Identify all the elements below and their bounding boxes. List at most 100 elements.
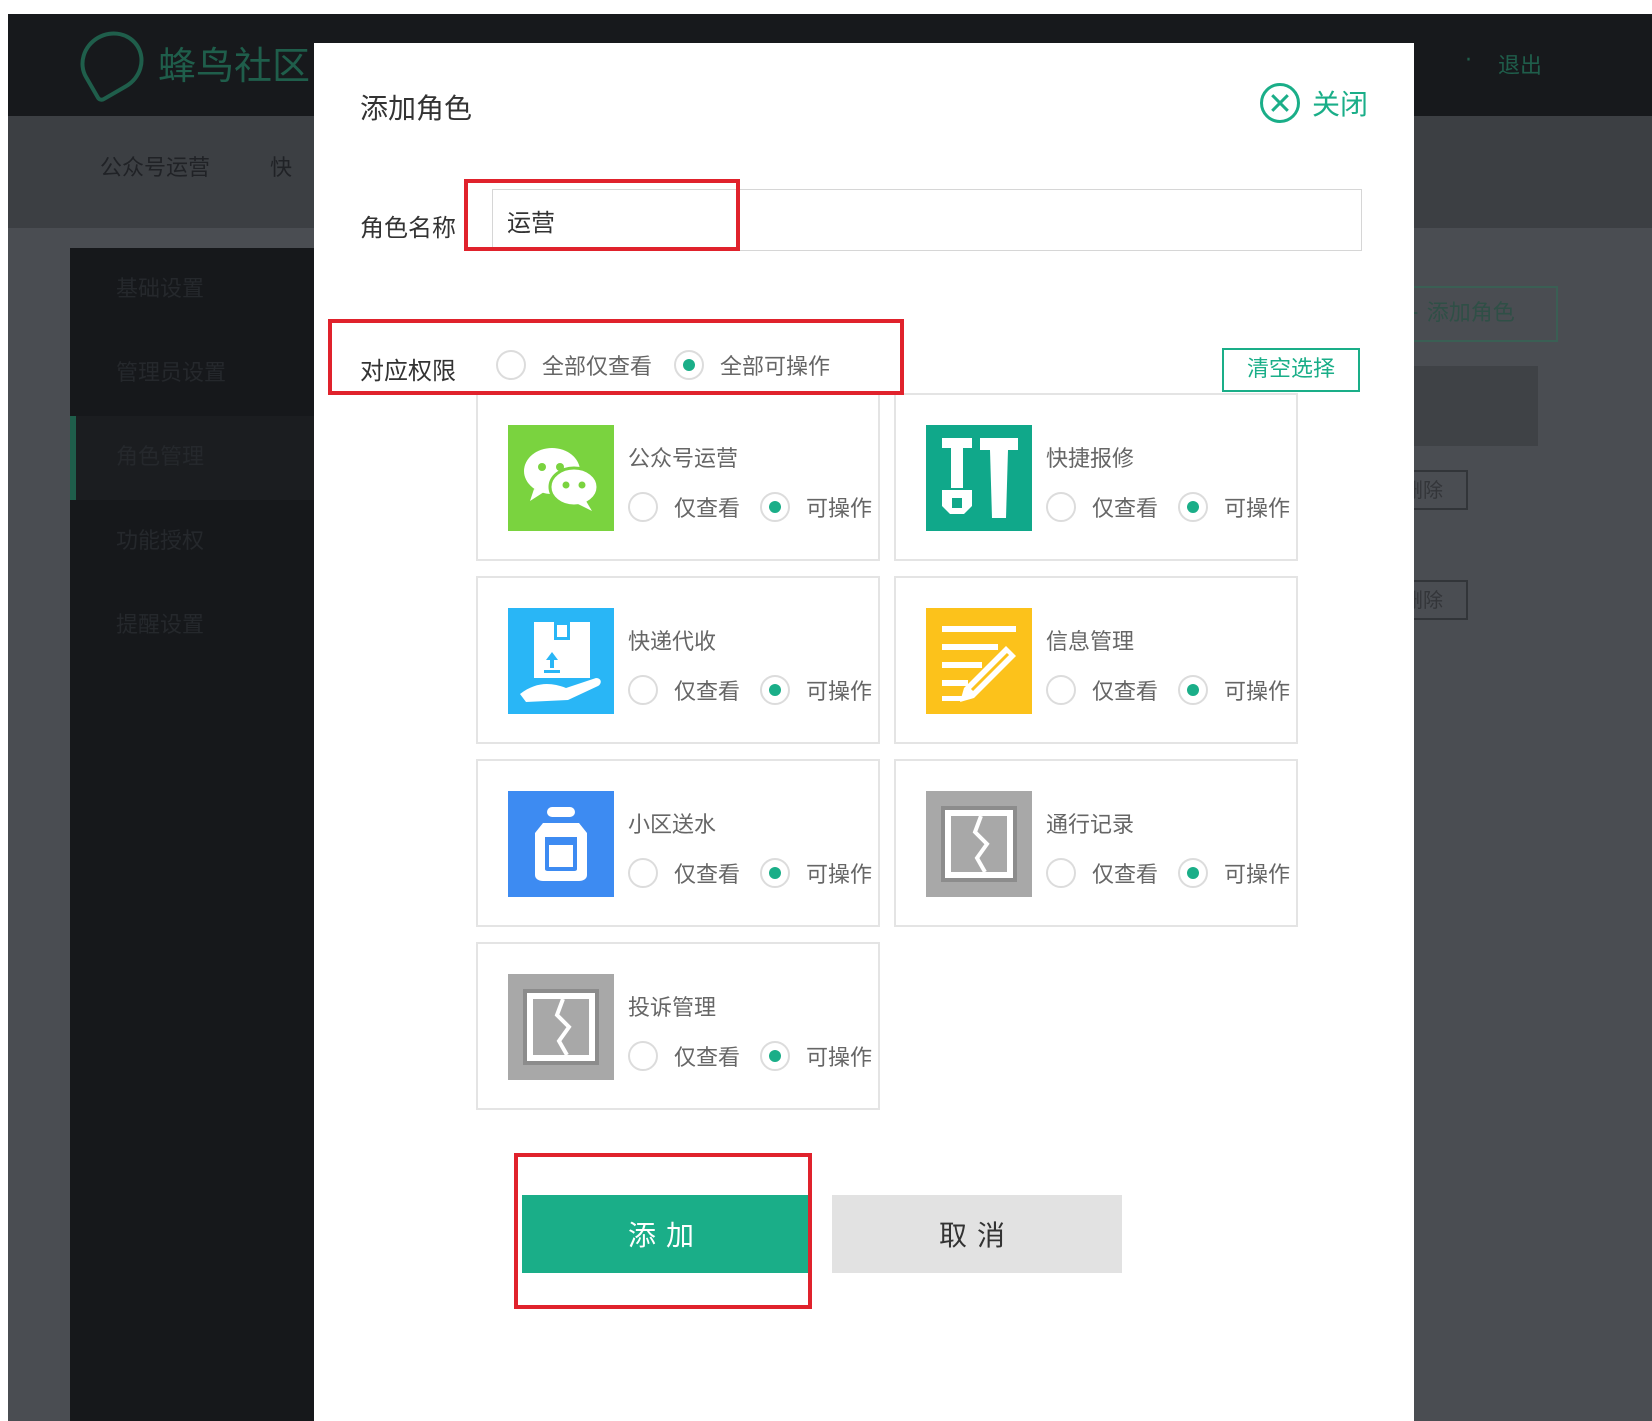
close-button[interactable]: 关闭	[1259, 83, 1368, 123]
module-permission-group: 仅查看 可操作	[628, 674, 872, 706]
sidebar-item-function-auth[interactable]: 功能授权	[70, 500, 330, 584]
sidebar-item-admin-settings[interactable]: 管理员设置	[70, 332, 330, 416]
module-card-complaint: 投诉管理 仅查看 可操作	[476, 942, 880, 1110]
radio-view-only[interactable]	[1046, 858, 1076, 888]
logo-text: 蜂鸟社区	[158, 43, 311, 88]
top-links: · 退出	[1465, 48, 1542, 80]
view-only-option[interactable]: 仅查看	[628, 857, 740, 889]
radio-view-only[interactable]	[1046, 675, 1076, 705]
cancel-button[interactable]: 取消	[832, 1195, 1122, 1273]
radio-view-only[interactable]	[1046, 492, 1076, 522]
add-button[interactable]: 添加	[522, 1195, 810, 1273]
radio-view-only-all[interactable]	[496, 350, 526, 380]
view-only-option[interactable]: 仅查看	[628, 674, 740, 706]
broken-image-icon	[926, 791, 1032, 897]
module-name: 投诉管理	[628, 996, 717, 1021]
operate-option[interactable]: 可操作	[1178, 674, 1290, 706]
view-only-option[interactable]: 仅查看	[1046, 674, 1158, 706]
module-name: 公众号运营	[628, 447, 739, 472]
radio-operate[interactable]	[760, 675, 791, 705]
broken-image-icon	[508, 974, 614, 1080]
module-card-info: 信息管理 仅查看 可操作	[894, 576, 1298, 744]
water-bottle-icon	[508, 791, 614, 897]
operate-label: 可操作	[806, 680, 873, 705]
module-permission-group: 仅查看 可操作	[628, 857, 872, 889]
sidebar-item-role-management[interactable]: 角色管理	[70, 416, 330, 500]
radio-view-only[interactable]	[628, 1041, 658, 1071]
global-permission-group: 全部仅查看 全部可操作	[496, 349, 830, 381]
module-name: 通行记录	[1046, 813, 1135, 838]
module-name: 快捷报修	[1046, 447, 1135, 472]
global-view-only-label: 全部仅查看	[542, 355, 653, 380]
radio-view-only[interactable]	[628, 492, 658, 522]
app-logo: 蜂鸟社区	[69, 20, 311, 104]
logout-link[interactable]: 退出	[1498, 48, 1542, 80]
radio-view-only[interactable]	[628, 675, 658, 705]
operate-option[interactable]: 可操作	[760, 491, 872, 523]
radio-operate[interactable]	[760, 492, 791, 522]
view-only-option[interactable]: 仅查看	[628, 1040, 740, 1072]
view-only-option[interactable]: 仅查看	[1046, 857, 1158, 889]
wechat-icon	[508, 425, 614, 531]
close-label: 关闭	[1311, 88, 1368, 121]
view-only-label: 仅查看	[1092, 680, 1159, 705]
add-role-dialog: 添加角色 关闭 角色名称 对应权限 全部仅查看 全部可操作 清空选择	[314, 43, 1414, 1421]
radio-operate[interactable]	[760, 1041, 791, 1071]
operate-label: 可操作	[806, 497, 873, 522]
radio-operate[interactable]	[1178, 858, 1209, 888]
operate-label: 可操作	[1224, 863, 1291, 888]
clear-selection-button[interactable]: 清空选择	[1222, 348, 1360, 392]
dialog-title: 添加角色	[360, 92, 473, 125]
radio-view-only[interactable]	[628, 858, 658, 888]
view-only-label: 仅查看	[674, 497, 741, 522]
module-permission-group: 仅查看 可操作	[1046, 491, 1290, 523]
nav-item-repair[interactable]: 快	[270, 150, 292, 182]
radio-operate-all[interactable]	[674, 350, 705, 380]
operate-option[interactable]: 可操作	[760, 674, 872, 706]
operate-option[interactable]: 可操作	[760, 857, 872, 889]
sidebar: 基础设置 管理员设置 角色管理 功能授权 提醒设置	[70, 248, 330, 1421]
role-name-label: 角色名称	[360, 214, 456, 242]
global-view-only-option[interactable]: 全部仅查看	[496, 349, 652, 381]
module-name: 快递代收	[628, 630, 717, 655]
module-permission-group: 仅查看 可操作	[1046, 857, 1290, 889]
sidebar-item-basic-settings[interactable]: 基础设置	[70, 248, 330, 332]
view-only-option[interactable]: 仅查看	[1046, 491, 1158, 523]
logo-icon	[69, 20, 155, 104]
module-card-parcel: 快递代收 仅查看 可操作	[476, 576, 880, 744]
module-permission-group: 仅查看 可操作	[1046, 674, 1290, 706]
operate-option[interactable]: 可操作	[1178, 491, 1290, 523]
top-link-separator: ·	[1464, 48, 1472, 73]
global-operate-option[interactable]: 全部可操作	[674, 349, 830, 381]
package-hand-icon	[508, 608, 614, 714]
module-name: 信息管理	[1046, 630, 1135, 655]
module-card-water: 小区送水 仅查看 可操作	[476, 759, 880, 927]
view-only-label: 仅查看	[1092, 497, 1159, 522]
view-only-label: 仅查看	[674, 1046, 741, 1071]
edit-note-icon	[926, 608, 1032, 714]
operate-label: 可操作	[806, 863, 873, 888]
radio-operate[interactable]	[1178, 492, 1209, 522]
operate-label: 可操作	[1224, 680, 1291, 705]
close-circle-icon	[1259, 83, 1300, 123]
operate-label: 可操作	[1224, 497, 1291, 522]
radio-operate[interactable]	[1178, 675, 1209, 705]
operate-option[interactable]: 可操作	[1178, 857, 1290, 889]
module-card-repair: 快捷报修 仅查看 可操作	[894, 393, 1298, 561]
module-permission-group: 仅查看 可操作	[628, 491, 872, 523]
role-name-input[interactable]	[492, 189, 1362, 251]
module-name: 小区送水	[628, 813, 717, 838]
repair-tools-icon	[926, 425, 1032, 531]
module-card-access-log: 通行记录 仅查看 可操作	[894, 759, 1298, 927]
nav-item-wechat-ops[interactable]: 公众号运营	[100, 150, 210, 182]
view-only-label: 仅查看	[1092, 863, 1159, 888]
sidebar-item-reminder-settings[interactable]: 提醒设置	[70, 584, 330, 668]
operate-label: 可操作	[806, 1046, 873, 1071]
radio-operate[interactable]	[760, 858, 791, 888]
view-only-label: 仅查看	[674, 680, 741, 705]
operate-option[interactable]: 可操作	[760, 1040, 872, 1072]
module-permission-group: 仅查看 可操作	[628, 1040, 872, 1072]
view-only-option[interactable]: 仅查看	[628, 491, 740, 523]
view-only-label: 仅查看	[674, 863, 741, 888]
permission-label: 对应权限	[360, 357, 456, 385]
